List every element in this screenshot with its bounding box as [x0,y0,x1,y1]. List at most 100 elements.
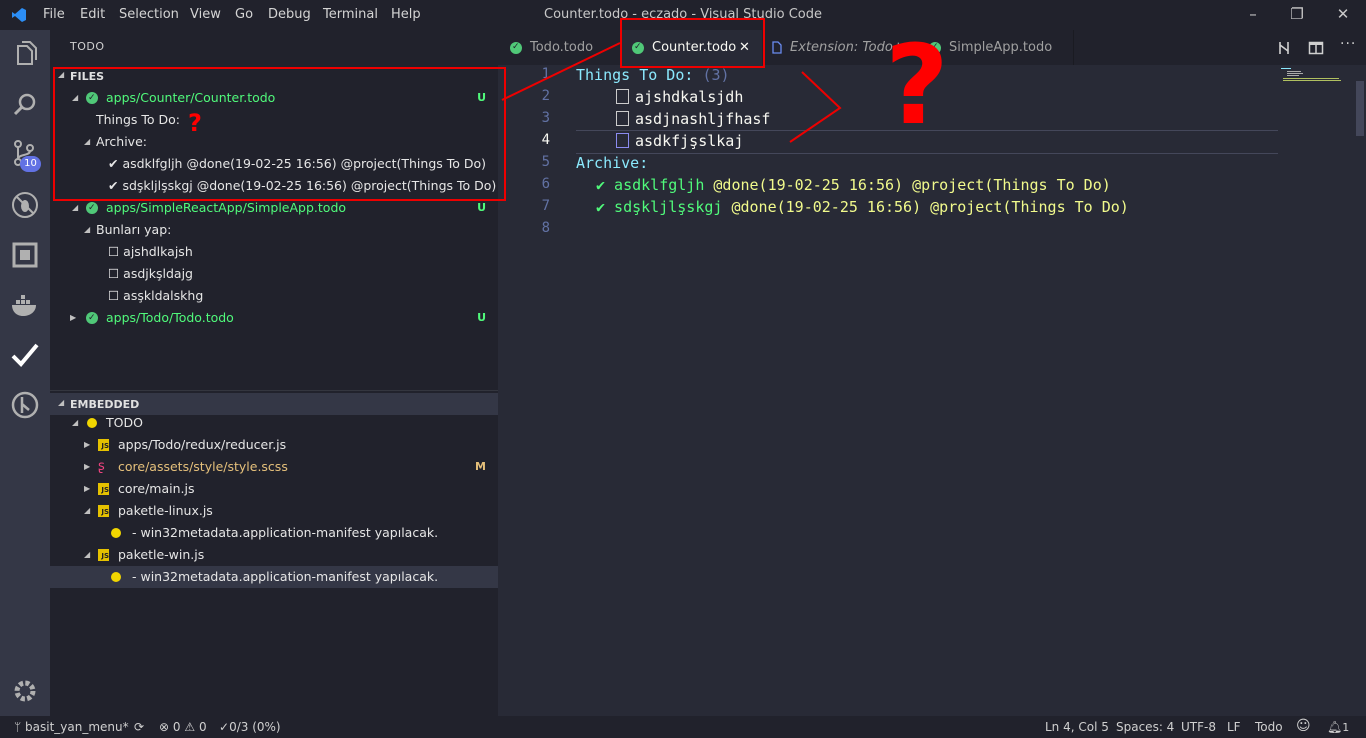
docker-icon[interactable] [10,290,40,320]
tree-item-embedded-todo[interactable]: - win32metadata.application-manifest yap… [50,522,498,544]
problems-item[interactable]: ⊗ 0 ⚠ 0 [159,720,207,734]
tree-item-task[interactable]: ☐ ajshdlkajsh [50,241,498,263]
project-count: (3) [702,66,730,84]
search-icon[interactable] [10,90,40,120]
tree-item-js-file[interactable]: ▶ JS apps/Todo/redux/reducer.js [50,434,498,456]
minimize-icon[interactable]: – [1243,5,1263,25]
code-line[interactable]: ajshdkalsjdh [616,88,743,106]
error-count: 0 [172,720,181,734]
tab-label: Todo.todo [530,40,594,55]
open-changes-icon[interactable] [1276,40,1292,56]
modified-badge: M [475,460,486,473]
tree-item-label: core/assets/style/style.scss [118,459,288,474]
task-text: ajshdkalsjdh [635,88,744,106]
done-task-text: ✔ sdşkljlşskgj [596,198,723,216]
tree-item-embedded-todo-selected[interactable]: - win32metadata.application-manifest yap… [50,566,498,588]
tree-item-label: core/main.js [118,481,195,496]
checkbox-icon[interactable] [616,89,629,104]
cursor-position[interactable]: Ln 4, Col 5 [1045,720,1109,734]
task-text: asdkfjşslkaj [635,132,744,150]
branch-label: basit_yan_menu* [25,720,129,734]
file-check-icon [510,30,522,65]
warning-icon: ⚠ [184,720,196,734]
tree-item-label: ☐ ajshdlkajsh [108,244,193,259]
annotation-box-files [53,67,506,201]
tree-item-todo-file[interactable]: ▶ apps/Todo/Todo.todo U [50,307,498,329]
js-file-icon: JS [98,439,109,451]
tree-item-label: - win32metadata.application-manifest yap… [132,569,439,584]
file-check-icon [86,307,98,329]
untracked-badge: U [477,311,486,324]
code-line[interactable]: asdjnashljfhasf [616,110,770,128]
embedded-header-label: EMBEDDED [70,398,140,411]
tree-item-label: ☐ asşkldalskhg [108,288,204,303]
section-divider [50,390,498,391]
branch-item[interactable]: ᛘ basit_yan_menu* [14,720,129,734]
todo-dot-icon [111,572,121,582]
editor-area[interactable]: 1 Things To Do: (3) 2 ajshdkalsjdh 3 asd… [498,65,1366,716]
line-number: 8 [541,220,550,236]
checkbox-icon[interactable] [616,133,629,148]
code-line[interactable]: Archive: [576,154,648,172]
feedback-smiley-icon[interactable]: ☺ [1296,718,1311,734]
sidebar-title: TODO [70,40,105,53]
tab-label: SimpleApp.todo [949,40,1053,55]
todo-dot-icon [87,418,97,428]
status-bar: ᛘ basit_yan_menu* ⟳ ⊗ 0 ⚠ 0 ✓0/3 (0%) Ln… [0,716,1366,738]
tree-item-project[interactable]: ◢ Bunları yap: [50,219,498,241]
files-icon[interactable] [10,40,40,70]
split-editor-icon[interactable] [1308,40,1324,56]
language-mode[interactable]: Todo [1255,720,1283,734]
tab-todo[interactable]: Todo.todo [498,30,622,65]
tree-item-label: apps/Todo/redux/reducer.js [118,437,287,452]
done-task-text: ✔ asdklfgljh [596,176,705,194]
tree-item-task[interactable]: ☐ asdjkşldajg [50,263,498,285]
tree-item-js-file[interactable]: ◢ JS paketle-linux.js [50,500,498,522]
warning-count: 0 [198,720,207,734]
code-line[interactable]: ✔ asdklfgljh @done(19-02-25 16:56) @proj… [596,176,1111,194]
scm-badge: 10 [20,156,41,172]
tree-item-label: paketle-linux.js [118,503,213,518]
annotation-question-large: ? [885,21,949,149]
todo-check-icon[interactable] [10,340,40,370]
tree-item-scss-file[interactable]: ▶ ʂ core/assets/style/style.scss M [50,456,498,478]
maximize-icon[interactable]: ❐ [1287,5,1307,25]
activity-bar: 10 [0,30,50,716]
tree-item-js-file[interactable]: ◢ JS paketle-win.js [50,544,498,566]
tree-item-label: ☐ asdjkşldajg [108,266,193,281]
code-line[interactable]: asdkfjşslkaj [616,132,743,150]
check-icon: ✓ [219,720,230,734]
more-actions-icon[interactable]: ··· [1340,36,1356,52]
todo-progress-item[interactable]: ✓0/3 (0%) [219,720,281,734]
extensions-icon[interactable] [10,240,40,270]
tree-item-label: paketle-win.js [118,547,205,562]
todo-dot-icon [111,528,121,538]
error-icon: ⊗ [159,720,170,734]
indentation[interactable]: Spaces: 4 [1116,720,1174,734]
task-tags: @done(19-02-25 16:56) @project(Things To… [713,176,1111,194]
end-of-line[interactable]: LF [1227,720,1241,734]
notifications-bell-icon[interactable]: 🔔︎1 [1327,720,1349,734]
encoding[interactable]: UTF-8 [1181,720,1216,734]
editor-scrollbar[interactable] [1356,81,1364,136]
annotation-box-tab [620,18,765,68]
checkbox-icon[interactable] [616,111,629,126]
tree-item-js-file[interactable]: ▶ JS core/main.js [50,478,498,500]
project-label: Things To Do: [576,66,694,84]
code-line[interactable]: Things To Do: (3) [576,66,730,84]
minimap[interactable] [1281,67,1341,81]
settings-gear-icon[interactable] [10,676,40,706]
close-window-icon[interactable]: ✕ [1333,5,1353,25]
tree-item-label: - win32metadata.application-manifest yap… [132,525,439,540]
document-icon [772,41,782,54]
task-tags: @done(19-02-25 16:56) @project(Things To… [731,198,1129,216]
debug-icon[interactable] [10,190,40,220]
code-line[interactable]: ✔ sdşkljlşskgj @done(19-02-25 16:56) @pr… [596,198,1129,216]
file-check-icon [86,197,98,219]
tree-item-label: TODO [106,415,143,430]
tree-item-task[interactable]: ☐ asşkldalskhg [50,285,498,307]
branch-icon: ᛘ [14,720,22,734]
tree-item-todo-group[interactable]: ◢ TODO [50,412,498,434]
git-graph-icon[interactable] [10,390,40,420]
sync-icon[interactable]: ⟳ [134,720,144,734]
